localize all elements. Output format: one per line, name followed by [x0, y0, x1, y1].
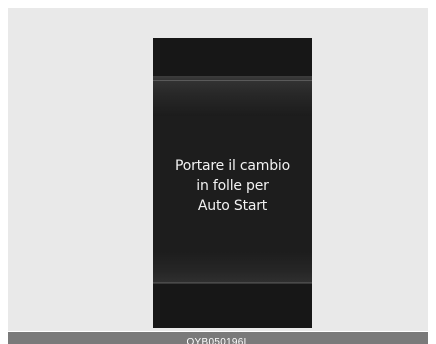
- display-message-line-3: Auto Start: [197, 198, 268, 214]
- cluster-display: Portare il cambio in folle per Auto Star…: [153, 38, 312, 328]
- figure-caption-bar: OYB050196L: [8, 332, 428, 344]
- display-message-line-1: Portare il cambio: [175, 158, 290, 174]
- display-message-line-2: in folle per: [196, 178, 269, 194]
- display-top-band: [153, 76, 312, 116]
- figure-code: OYB050196L: [186, 337, 250, 344]
- display-message: Portare il cambio in folle per Auto Star…: [153, 156, 312, 216]
- display-top-divider: [153, 80, 312, 81]
- display-bottom-divider: [153, 282, 312, 283]
- figure-background: Portare il cambio in folle per Auto Star…: [8, 8, 428, 331]
- display-bottom-band: [153, 252, 312, 284]
- figure-frame: Portare il cambio in folle per Auto Star…: [0, 0, 436, 344]
